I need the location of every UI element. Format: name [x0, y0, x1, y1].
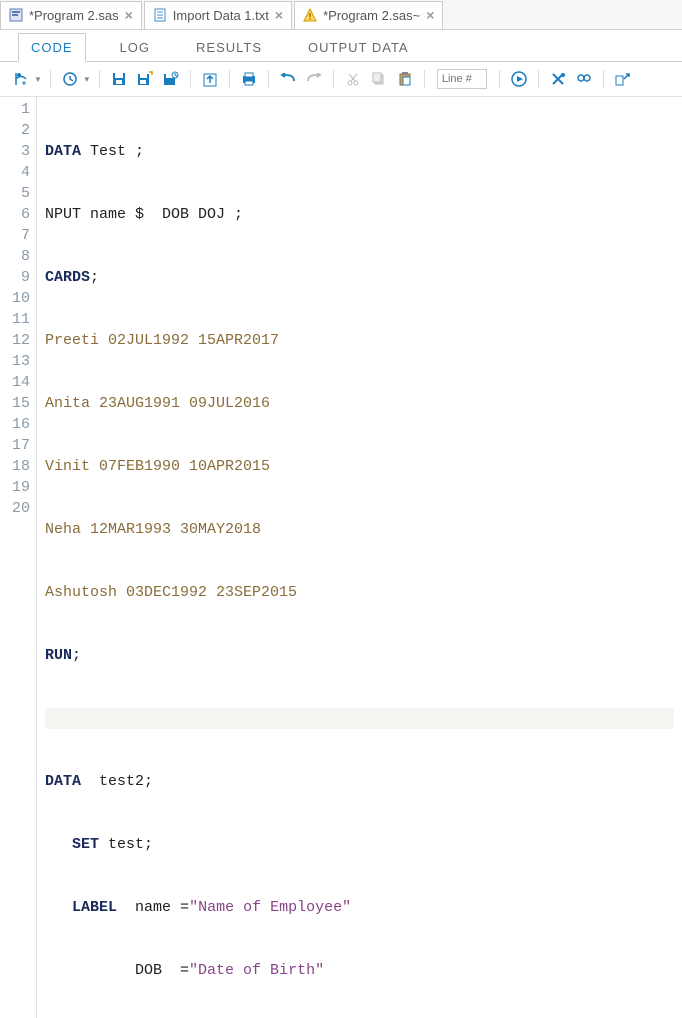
file-tab-program2[interactable]: *Program 2.sas × — [0, 1, 142, 29]
file-tab-program2-tilde[interactable]: *Program 2.sas~ × — [294, 1, 443, 29]
separator — [50, 70, 51, 88]
separator — [190, 70, 191, 88]
string: "Name of Employee" — [189, 899, 351, 916]
separator — [268, 70, 269, 88]
kw: CARDS — [45, 269, 90, 286]
txt: test2; — [81, 773, 153, 790]
text-file-icon — [153, 8, 167, 22]
line-number: 2 — [12, 120, 30, 141]
line-number: 4 — [12, 162, 30, 183]
txt: NPUT name — [45, 206, 135, 223]
tab-log[interactable]: LOG — [108, 34, 162, 61]
recent-dropdown-icon[interactable]: ▼ — [83, 75, 91, 84]
line-number: 15 — [12, 393, 30, 414]
separator — [499, 70, 500, 88]
file-tab-import-data[interactable]: Import Data 1.txt × — [144, 1, 292, 29]
data-line: Preeti 02JUL1992 15APR2017 — [45, 332, 279, 349]
line-number: 13 — [12, 351, 30, 372]
txt: DOB = — [45, 962, 189, 979]
find-icon[interactable] — [573, 68, 595, 90]
separator — [538, 70, 539, 88]
kw: DATA — [45, 773, 81, 790]
close-icon[interactable]: × — [125, 7, 133, 23]
file-tab-label: Import Data 1.txt — [173, 8, 269, 23]
kw: RUN — [45, 647, 72, 664]
separator — [603, 70, 604, 88]
export-icon[interactable] — [199, 68, 221, 90]
line-number: 9 — [12, 267, 30, 288]
separator — [424, 70, 425, 88]
txt: ; — [90, 269, 99, 286]
redo-icon[interactable] — [303, 68, 325, 90]
line-number: 17 — [12, 435, 30, 456]
copy-icon[interactable] — [368, 68, 390, 90]
play-icon[interactable] — [508, 68, 530, 90]
line-number: 18 — [12, 456, 30, 477]
line-number: 1 — [12, 99, 30, 120]
line-number: 10 — [12, 288, 30, 309]
data-line: Vinit 07FEB1990 10APR2015 — [45, 458, 270, 475]
tab-results[interactable]: RESULTS — [184, 34, 274, 61]
clear-icon[interactable] — [547, 68, 569, 90]
kw: SET — [72, 836, 99, 853]
close-icon[interactable]: × — [426, 7, 434, 23]
close-icon[interactable]: × — [275, 7, 283, 23]
txt: Test ; — [81, 143, 144, 160]
line-number: 7 — [12, 225, 30, 246]
line-number: 14 — [12, 372, 30, 393]
txt: DOB DOJ ; — [144, 206, 243, 223]
data-line: Ashutosh 03DEC1992 23SEP2015 — [45, 584, 297, 601]
run-icon[interactable] — [10, 68, 32, 90]
save-as-icon[interactable] — [134, 68, 156, 90]
maximize-icon[interactable] — [612, 68, 634, 90]
line-number: 3 — [12, 141, 30, 162]
line-number: 16 — [12, 414, 30, 435]
line-number: 11 — [12, 309, 30, 330]
goto-line-input[interactable] — [437, 69, 487, 89]
editor-sub-tabs: CODE LOG RESULTS OUTPUT DATA — [0, 30, 682, 62]
txt — [45, 836, 72, 853]
txt: name = — [117, 899, 189, 916]
code-editor[interactable]: 1 2 3 4 5 6 7 8 9 10 11 12 13 14 15 16 1… — [0, 97, 682, 1018]
data-line: Neha 12MAR1993 30MAY2018 — [45, 521, 261, 538]
kw: DATA — [45, 143, 81, 160]
code-area[interactable]: DATA Test ; NPUT name $ DOB DOJ ; CARDS;… — [37, 97, 682, 1018]
paste-icon[interactable] — [394, 68, 416, 90]
file-tab-bar: *Program 2.sas × Import Data 1.txt × *Pr… — [0, 0, 682, 30]
txt — [45, 899, 72, 916]
tab-code[interactable]: CODE — [18, 33, 86, 62]
warning-icon — [303, 8, 317, 22]
kw: LABEL — [72, 899, 117, 916]
txt: test; — [99, 836, 153, 853]
line-number: 8 — [12, 246, 30, 267]
line-gutter: 1 2 3 4 5 6 7 8 9 10 11 12 13 14 15 16 1… — [0, 97, 37, 1018]
separator — [333, 70, 334, 88]
data-line: Anita 23AUG1991 09JUL2016 — [45, 395, 270, 412]
separator — [99, 70, 100, 88]
separator — [229, 70, 230, 88]
txt: $ — [135, 206, 144, 223]
line-number: 12 — [12, 330, 30, 351]
line-number: 5 — [12, 183, 30, 204]
line-number: 6 — [12, 204, 30, 225]
file-tab-label: *Program 2.sas — [29, 8, 119, 23]
undo-icon[interactable] — [277, 68, 299, 90]
txt: ; — [72, 647, 81, 664]
history-icon[interactable] — [160, 68, 182, 90]
line-number: 19 — [12, 477, 30, 498]
recent-icon[interactable] — [59, 68, 81, 90]
run-dropdown-icon[interactable]: ▼ — [34, 75, 42, 84]
print-icon[interactable] — [238, 68, 260, 90]
tab-output-data[interactable]: OUTPUT DATA — [296, 34, 421, 61]
cut-icon[interactable] — [342, 68, 364, 90]
sas-program-icon — [9, 8, 23, 22]
string: "Date of Birth" — [189, 962, 324, 979]
editor-toolbar: ▼ ▼ — [0, 62, 682, 97]
file-tab-label: *Program 2.sas~ — [323, 8, 420, 23]
save-icon[interactable] — [108, 68, 130, 90]
